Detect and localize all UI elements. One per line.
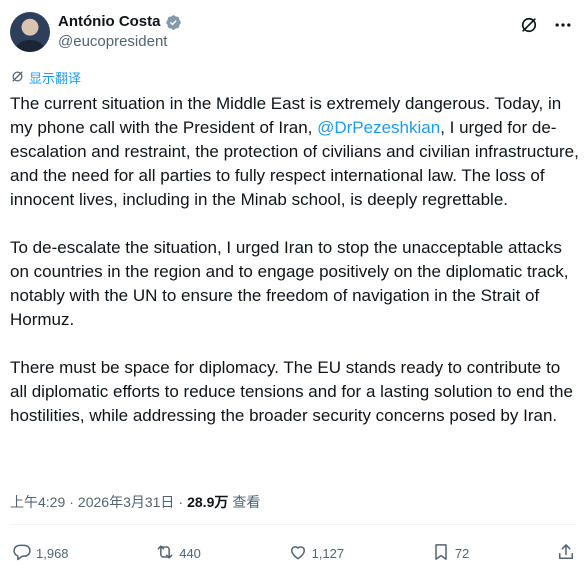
meta-separator: · — [178, 494, 184, 510]
grok-icon[interactable] — [516, 12, 542, 38]
verified-badge-icon — [165, 14, 182, 31]
divider — [10, 524, 576, 525]
tweet-text: The current situation in the Middle East… — [10, 92, 580, 428]
avatar[interactable] — [10, 12, 50, 52]
like-button[interactable]: 1,127 — [288, 540, 345, 566]
bookmark-count: 72 — [454, 545, 470, 561]
name-row: António Costa — [58, 12, 182, 32]
header-actions — [516, 12, 576, 38]
bookmark-button[interactable]: 72 — [431, 540, 469, 566]
tweet-date[interactable]: 2026年3月31日 — [78, 492, 175, 512]
author-name[interactable]: António Costa — [58, 12, 161, 32]
share-icon — [556, 542, 576, 565]
reply-icon — [12, 542, 32, 565]
repost-count: 440 — [179, 545, 201, 561]
reply-button[interactable]: 1,968 — [12, 540, 69, 566]
views-label: 查看 — [232, 494, 261, 510]
repost-icon — [155, 542, 175, 565]
meta-separator: · — [69, 494, 74, 510]
views-count: 28.9万 — [187, 494, 229, 510]
tweet-time[interactable]: 上午4:29 — [10, 492, 65, 512]
tweet-meta: 上午4:29 · 2026年3月31日 · 28.9万 查看 — [10, 492, 260, 512]
author-handle[interactable]: @eucopresident — [58, 32, 182, 52]
tweet-header: António Costa @eucopresident — [10, 10, 576, 54]
tweet-paragraph-2: To de-escalate the situation, I urged Ir… — [10, 238, 569, 329]
tweet-paragraph-3: There must be space for diplomacy. The E… — [10, 358, 573, 425]
tweet-paragraph-1: The current situation in the Middle East… — [10, 92, 580, 212]
show-translation-link[interactable]: 显示翻译 — [10, 68, 81, 87]
author-block: António Costa @eucopresident — [58, 12, 182, 52]
like-count: 1,127 — [311, 545, 345, 561]
mention-link[interactable]: @DrPezeshkian — [317, 118, 440, 137]
reply-count: 1,968 — [36, 545, 69, 561]
like-icon — [288, 542, 308, 565]
share-button[interactable] — [556, 540, 576, 566]
translate-label: 显示翻译 — [29, 71, 82, 86]
translate-icon — [10, 69, 25, 87]
bookmark-icon — [431, 542, 451, 565]
more-icon[interactable] — [550, 12, 576, 38]
repost-button[interactable]: 440 — [155, 540, 201, 566]
action-bar: 1,968 440 1,127 72 — [12, 540, 576, 566]
